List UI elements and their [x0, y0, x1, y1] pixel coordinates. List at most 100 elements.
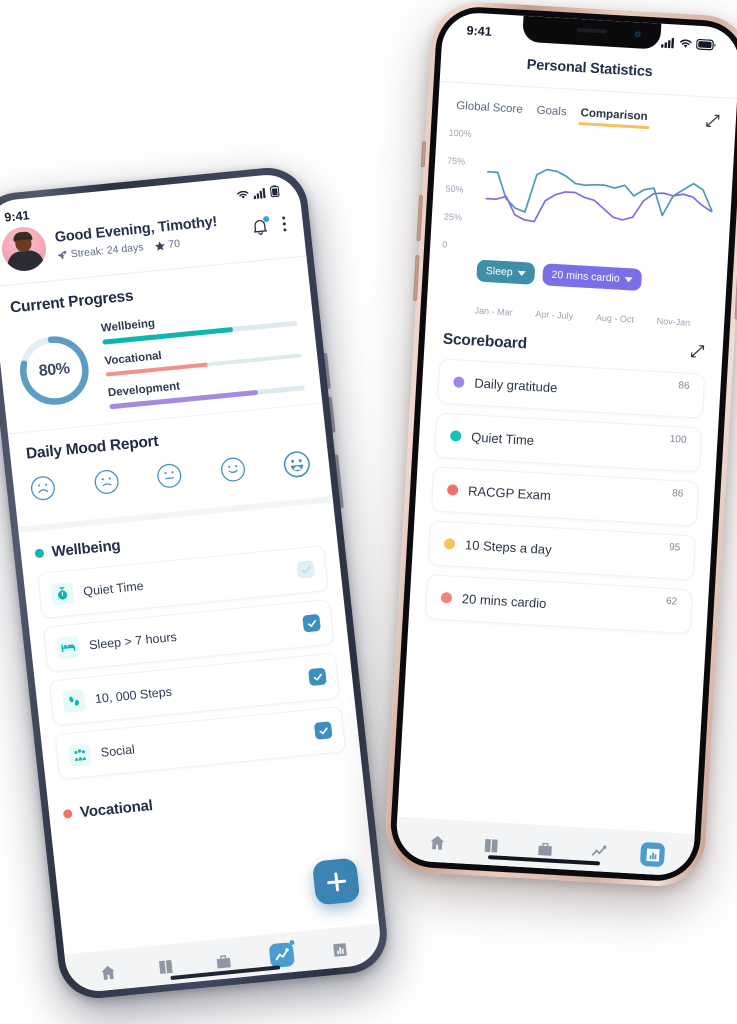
- progress-bar-list: Wellbeing Vocational Development: [100, 304, 305, 409]
- add-task-button[interactable]: [311, 857, 361, 906]
- scoreboard-label: 10 Steps a day: [464, 537, 553, 558]
- scoreboard-row[interactable]: 10 Steps a day 95: [427, 520, 696, 581]
- category-list: Wellbeing Quiet Time Sleep > 7 hours 10, 00…: [19, 501, 367, 838]
- scoreboard-color-dot: [440, 591, 453, 604]
- scoreboard-label: Daily gratitude: [473, 375, 558, 396]
- tab-stats[interactable]: [639, 841, 666, 868]
- trend-up-icon: [591, 844, 606, 856]
- scoreboard-label: Quiet Time: [470, 429, 535, 449]
- left-phone-device: 9:41 Good Evening, Timothy! Streak: 24 d…: [0, 164, 391, 1002]
- task-checkbox[interactable]: [308, 667, 327, 687]
- mood-face-option[interactable]: [281, 449, 312, 485]
- scoreboard-value: 86: [671, 488, 684, 500]
- stopwatch-icon: [57, 586, 68, 600]
- chart-series-1: [485, 183, 712, 232]
- scoreboard-color-dot: [446, 484, 459, 496]
- rocket-icon: [57, 250, 67, 259]
- expand-chart-button[interactable]: [705, 113, 720, 133]
- bar-chart-icon: [645, 847, 660, 862]
- task-icon-wrap: [67, 742, 93, 767]
- star-icon: [154, 240, 165, 251]
- mood-slightly-sad-icon: [94, 469, 119, 494]
- scoreboard-color-dot: [449, 430, 462, 442]
- chevron-down-icon: [517, 270, 526, 276]
- briefcase-icon: [217, 954, 232, 968]
- mockup-stage: 9:41 Good Evening, Timothy! Streak: 24 d…: [0, 0, 737, 1024]
- home-icon: [100, 965, 115, 980]
- scoreboard-row[interactable]: 20 mins cardio 62: [424, 574, 693, 635]
- task-label: Quiet Time: [82, 578, 145, 599]
- tab-stats[interactable]: [327, 936, 353, 962]
- task-label: 10, 000 Steps: [94, 684, 173, 706]
- tab-home[interactable]: [424, 829, 449, 854]
- right-phone-device: 9:41 Personal Statistics Global Score Go…: [383, 0, 737, 889]
- task-checkbox[interactable]: [296, 560, 316, 579]
- right-phone-screen: 9:41 Personal Statistics Global Score Go…: [394, 11, 737, 877]
- battery-icon: [269, 185, 280, 198]
- task-icon-wrap: [50, 581, 75, 606]
- chevron-down-icon: [624, 276, 633, 282]
- greeting-block: Good Evening, Timothy! Streak: 24 days 7…: [54, 212, 243, 262]
- category-block: Wellbeing Quiet Time Sleep > 7 hours 10, 00…: [19, 501, 362, 792]
- status-time: 9:41: [3, 208, 31, 225]
- points-chip: 70: [154, 238, 181, 252]
- task-icon-wrap: [61, 688, 87, 713]
- avatar[interactable]: [0, 224, 49, 273]
- task-label: Sleep > 7 hours: [88, 629, 178, 652]
- signal-icon: [253, 187, 266, 199]
- trend-up-icon: [275, 947, 289, 960]
- task-icon-wrap: [56, 634, 81, 660]
- signal-icon: [661, 37, 675, 48]
- status-time: 9:41: [466, 23, 493, 39]
- kebab-menu-icon[interactable]: [279, 214, 290, 234]
- bed-icon: [61, 643, 76, 652]
- scoreboard-value: 100: [669, 433, 687, 446]
- task-checkbox[interactable]: [302, 613, 321, 633]
- scoreboard-value: 95: [668, 541, 681, 554]
- tab-home[interactable]: [95, 959, 121, 985]
- scoreboard-label: RACGP Exam: [467, 483, 552, 504]
- bell-icon[interactable]: [250, 215, 270, 236]
- streak-label: Streak: 24 days: [70, 241, 145, 261]
- task-checkbox[interactable]: [313, 721, 333, 740]
- series-selector-0[interactable]: Sleep: [476, 259, 536, 285]
- mood-face-option[interactable]: [92, 467, 121, 502]
- chart-x-tick-2: Aug - Oct: [595, 312, 635, 325]
- category-color-dot: [34, 547, 45, 558]
- chart-x-tick-3: Nov-Jan: [656, 315, 691, 328]
- scoreboard-value: 86: [678, 380, 690, 392]
- chart-x-tick-0: Jan - Mar: [474, 305, 513, 318]
- expand-scoreboard-button[interactable]: [690, 344, 705, 364]
- check-icon: [319, 726, 328, 734]
- category-name: Vocational: [79, 796, 154, 821]
- check-icon: [301, 565, 310, 573]
- wifi-icon: [237, 190, 249, 199]
- notification-dot: [289, 939, 296, 946]
- mood-face-option[interactable]: [29, 474, 58, 509]
- chart-plot-area: 100% 75% 50% 25% 0 Sleep 20 mins cardio: [433, 125, 725, 317]
- comparison-chart: 100% 75% 50% 25% 0 Sleep 20 mins cardio Jan -…: [426, 117, 735, 332]
- series-selector-label: Sleep: [485, 264, 513, 279]
- people-icon: [74, 748, 87, 761]
- category-color-dot: [62, 808, 73, 819]
- scoreboard-row[interactable]: Quiet Time 100: [434, 412, 703, 473]
- scoreboard-row[interactable]: RACGP Exam 86: [430, 466, 700, 527]
- mood-face-option[interactable]: [218, 455, 247, 490]
- wifi-icon: [680, 38, 692, 48]
- donut-value: 80%: [38, 360, 71, 381]
- stat-tab-1[interactable]: Goals: [536, 105, 567, 124]
- expand-diagonal-icon: [706, 114, 720, 127]
- home-icon: [430, 835, 444, 850]
- tab-progress[interactable]: [268, 939, 296, 969]
- series-selector-label: 20 mins cardio: [551, 268, 621, 285]
- left-phone-screen: 9:41 Good Evening, Timothy! Streak: 24 d…: [0, 171, 384, 995]
- chart-x-tick-1: Apr - July: [534, 308, 574, 322]
- task-label: Social: [100, 742, 136, 760]
- mood-very-happy-icon: [283, 450, 310, 477]
- mood-face-option[interactable]: [155, 461, 184, 496]
- mood-sad-icon: [30, 475, 55, 500]
- check-icon: [313, 673, 322, 681]
- chart-lines: [433, 125, 725, 317]
- mood-neutral-icon: [157, 463, 182, 488]
- scoreboard-label: 20 mins cardio: [461, 591, 547, 612]
